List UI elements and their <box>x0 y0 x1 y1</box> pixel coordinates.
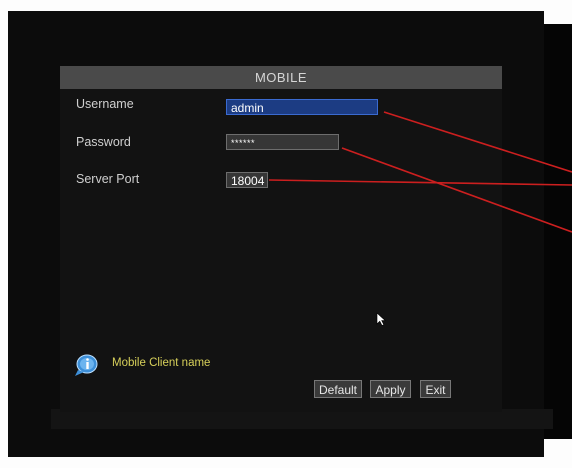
annotation-line-username <box>383 111 572 173</box>
annotation-lines <box>268 111 572 233</box>
annotation-line-port <box>268 179 572 186</box>
